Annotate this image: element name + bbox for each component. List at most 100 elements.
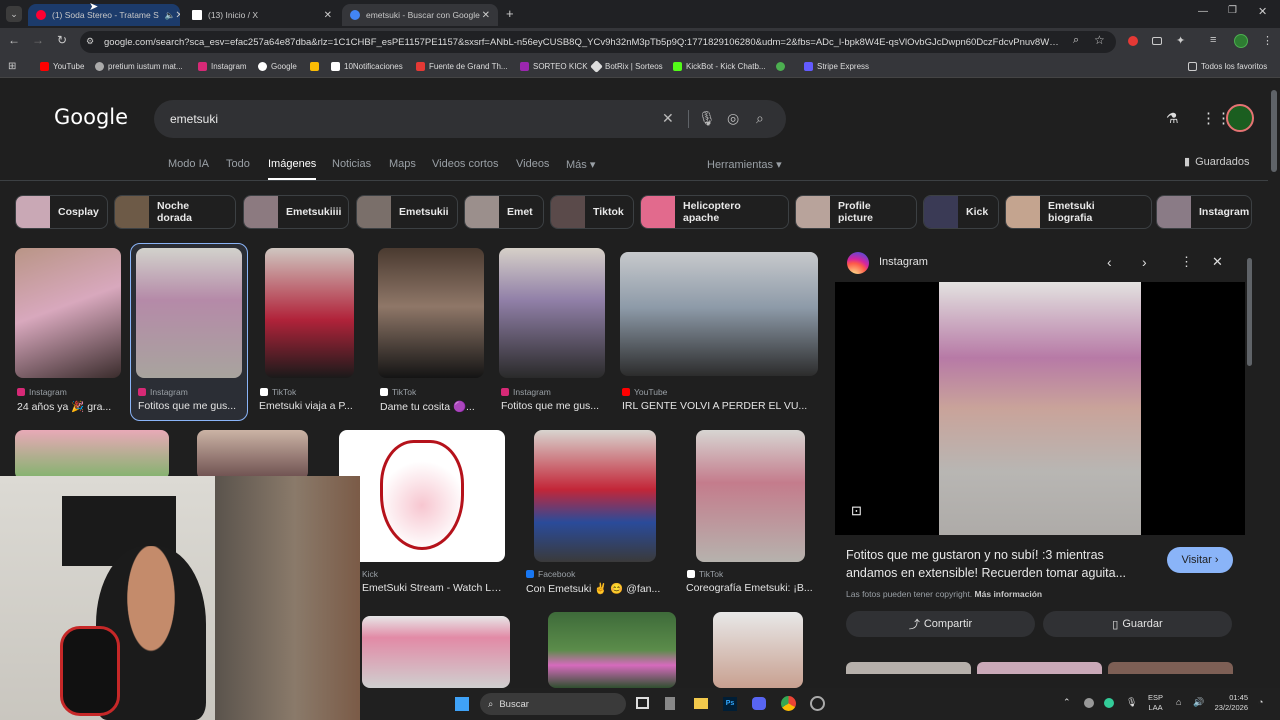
- tab-google-search[interactable]: emetsuki - Buscar con Google ✕: [342, 4, 498, 26]
- more-info-link[interactable]: Más información: [975, 589, 1043, 599]
- result-caption[interactable]: Fotitos que me gus...: [501, 400, 605, 412]
- next-image-icon[interactable]: ›: [1142, 254, 1147, 270]
- tab-news[interactable]: Noticias: [332, 158, 371, 170]
- result-caption[interactable]: Con Emetsuki ✌️ 😊 @fan...: [526, 582, 666, 595]
- tab-x-home[interactable]: (13) Inicio / X ✕: [184, 4, 340, 26]
- site-info-icon[interactable]: ⚙: [86, 36, 94, 47]
- result-caption[interactable]: IRL GENTE VOLVI A PERDER EL VU...: [622, 400, 816, 412]
- notification-bell-icon[interactable]: ◔: [1258, 697, 1263, 707]
- photoshop-icon[interactable]: Ps: [723, 697, 737, 711]
- bookmark-botrix[interactable]: BotRix | Sorteos: [590, 60, 663, 73]
- tab-images[interactable]: Imágenes: [268, 158, 317, 181]
- bookmark-kickbot[interactable]: KickBot - Kick Chatb...: [673, 62, 766, 71]
- chip-tiktok[interactable]: Tiktok: [550, 195, 634, 229]
- result-caption[interactable]: Coreografía Emetsuki: ¡B...: [686, 582, 816, 594]
- keyboard-language[interactable]: ESP LAA: [1148, 693, 1163, 713]
- back-button[interactable]: ←: [6, 33, 22, 47]
- labs-flask-icon[interactable]: ⚗: [1166, 110, 1179, 127]
- panel-title[interactable]: Fotitos que me gustaron y no subí! :3 mi…: [846, 546, 1151, 582]
- result-image[interactable]: [378, 248, 484, 378]
- minimize-button[interactable]: —: [1198, 6, 1208, 17]
- close-panel-icon[interactable]: ✕: [1212, 254, 1223, 270]
- result-image[interactable]: [362, 616, 510, 688]
- bookmark-sorteo-kick[interactable]: SORTEO KICK: [520, 62, 588, 71]
- result-image[interactable]: [548, 612, 676, 688]
- result-image[interactable]: [696, 430, 805, 562]
- chip-profile-picture[interactable]: Profile picture: [795, 195, 917, 229]
- share-button[interactable]: ⤴ Compartir: [846, 611, 1035, 637]
- bookmark-star-icon[interactable]: ☆: [1094, 33, 1105, 47]
- chip-noche-dorada[interactable]: Noche dorada: [114, 195, 236, 229]
- chrome-icon[interactable]: [781, 696, 796, 711]
- result-image[interactable]: [136, 248, 242, 378]
- chip-emetsukiiii[interactable]: Emetsukiiii: [243, 195, 349, 229]
- close-tab-icon[interactable]: ✕: [175, 10, 180, 21]
- result-caption[interactable]: Dame tu cosita 🟣...: [380, 400, 484, 413]
- file-explorer-icon[interactable]: [694, 698, 708, 709]
- address-bar[interactable]: google.com/search?sca_esv=efac257a64e87d…: [80, 31, 1116, 53]
- discord-icon[interactable]: [752, 697, 766, 710]
- microphone-icon[interactable]: 🎙: [698, 110, 716, 127]
- tray-app-icon[interactable]: [1104, 698, 1114, 708]
- lens-camera-icon[interactable]: ◎: [727, 110, 739, 127]
- app-icon[interactable]: [665, 697, 675, 710]
- related-thumb[interactable]: [1108, 662, 1233, 674]
- maximize-button[interactable]: ❐: [1228, 5, 1237, 16]
- bookmark-instagram[interactable]: Instagram: [198, 62, 247, 71]
- result-caption[interactable]: 24 años ya 🎉 gra...: [17, 400, 123, 413]
- app-icon[interactable]: [810, 696, 825, 711]
- more-options-icon[interactable]: ⋮: [1180, 254, 1193, 270]
- tray-chevron-icon[interactable]: ⌃: [1063, 697, 1071, 708]
- profile-avatar[interactable]: [1234, 34, 1248, 48]
- close-window-button[interactable]: ✕: [1258, 5, 1267, 18]
- tab-videos[interactable]: Videos: [516, 158, 549, 170]
- result-caption[interactable]: Emetsuki viaja a P...: [259, 400, 361, 412]
- previous-image-icon[interactable]: ‹: [1107, 254, 1112, 270]
- clear-search-icon[interactable]: ✕: [662, 110, 674, 127]
- panel-scrollbar[interactable]: [1247, 258, 1252, 366]
- bookmark-colorful[interactable]: [310, 62, 323, 71]
- saved-button[interactable]: ▮ Guardados: [1184, 155, 1250, 169]
- taskbar-search[interactable]: ⌕ Buscar: [480, 693, 626, 715]
- tab-all[interactable]: Todo: [226, 158, 250, 170]
- bookmark-google[interactable]: Google: [258, 62, 297, 71]
- result-image[interactable]: [534, 430, 656, 562]
- result-image[interactable]: [499, 248, 605, 378]
- result-caption[interactable]: EmetSuki Stream - Watch Live o...: [362, 582, 502, 594]
- chip-emet[interactable]: Emet: [464, 195, 544, 229]
- result-image[interactable]: [620, 252, 818, 376]
- account-avatar[interactable]: [1226, 104, 1254, 132]
- new-tab-button[interactable]: +: [506, 6, 514, 21]
- result-image[interactable]: [265, 248, 354, 378]
- windows-start-icon[interactable]: [455, 697, 469, 711]
- tray-app-icon[interactable]: [1084, 698, 1094, 708]
- panel-source[interactable]: Instagram: [879, 256, 928, 268]
- tab-ai-mode[interactable]: Modo IA: [168, 158, 209, 170]
- zoom-icon[interactable]: ⌕: [1073, 34, 1079, 47]
- visit-button[interactable]: Visitar ›: [1167, 547, 1233, 573]
- extensions-puzzle-icon[interactable]: ✦: [1176, 34, 1185, 47]
- result-image[interactable]: [713, 612, 803, 688]
- task-view-icon[interactable]: [636, 697, 649, 709]
- chip-kick[interactable]: Kick: [923, 195, 999, 229]
- lens-search-icon[interactable]: ⊡: [851, 503, 862, 519]
- tab-more[interactable]: Más ▾: [566, 158, 595, 171]
- chip-biografia[interactable]: Emetsuki biografia: [1005, 195, 1152, 229]
- close-tab-icon[interactable]: ✕: [324, 10, 332, 21]
- bookmark-green[interactable]: [776, 62, 789, 71]
- reload-button[interactable]: ↻: [54, 33, 70, 47]
- all-bookmarks[interactable]: Todos los favoritos: [1188, 62, 1267, 71]
- tab-short-videos[interactable]: Videos cortos: [432, 158, 498, 170]
- forward-button[interactable]: →: [30, 33, 46, 47]
- search-input[interactable]: emetsuki: [154, 100, 786, 138]
- microphone-tray-icon[interactable]: 🎙: [1126, 697, 1137, 708]
- page-scrollbar[interactable]: [1271, 90, 1277, 172]
- preview-image[interactable]: [939, 282, 1141, 535]
- extension-red-icon[interactable]: [1128, 36, 1138, 46]
- result-caption[interactable]: Fotitos que me gus...: [138, 400, 242, 412]
- result-image[interactable]: [197, 430, 308, 480]
- chip-helicoptero[interactable]: Helicoptero apache: [640, 195, 789, 229]
- google-logo[interactable]: Google: [54, 105, 128, 129]
- chip-emetsukii[interactable]: Emetsukii: [356, 195, 458, 229]
- bookmark-pretium[interactable]: pretium iustum mat...: [95, 62, 183, 71]
